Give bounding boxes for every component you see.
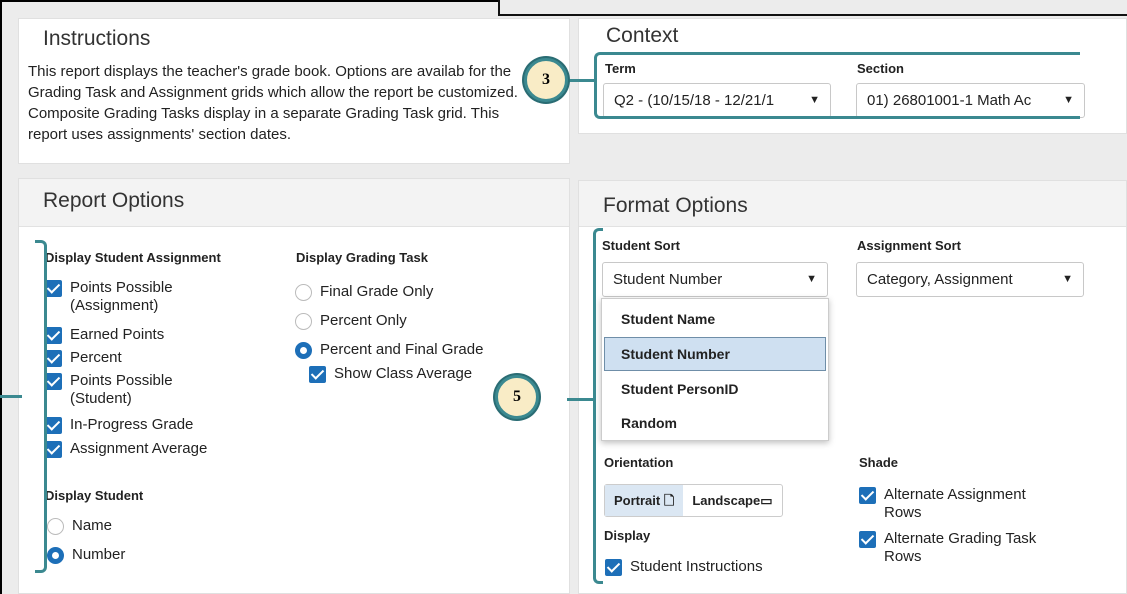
callout-number-3: 3 (524, 58, 568, 102)
checkbox-alternate-assignment-rows[interactable]: Alternate Assignment Rows (859, 486, 1059, 522)
checkbox-label: Student Instructions (630, 558, 763, 575)
callout-number-5: 5 (495, 375, 539, 419)
display-student-assignment-label: Display Student Assignment (45, 250, 221, 265)
assignment-sort-value: Category, Assignment (867, 271, 1013, 288)
orientation-label: Orientation (604, 455, 674, 470)
assignment-sort-select[interactable]: Category, Assignment ▼ (856, 262, 1084, 297)
checkbox-earned-points[interactable]: Earned Points (45, 326, 164, 344)
radio-percent-and-final-grade[interactable]: Percent and Final Grade (295, 341, 483, 359)
student-sort-select[interactable]: Student Number ▼ (602, 262, 828, 297)
assignment-sort-label: Assignment Sort (857, 238, 962, 253)
display-student-label: Display Student (45, 488, 144, 503)
radio-label: Percent and Final Grade (320, 341, 484, 358)
radio-icon (295, 284, 312, 301)
radio-label: Percent Only (320, 312, 407, 329)
checkbox-student-instructions[interactable]: Student Instructions (605, 558, 763, 576)
radio-icon (47, 518, 64, 535)
checkbox-points-possible-student[interactable]: Points Possible (Student) (45, 372, 220, 408)
checkbox-checked-icon (45, 350, 62, 367)
display-label: Display (604, 528, 651, 543)
checkbox-label: Show Class Average (334, 365, 473, 382)
checkbox-checked-icon (45, 280, 62, 297)
checkbox-label: In-Progress Grade (70, 416, 194, 433)
dropdown-option[interactable]: Student PersonID (604, 372, 826, 406)
checkbox-label: Earned Points (70, 326, 165, 343)
radio-selected-icon (47, 547, 64, 564)
top-overlay-box (498, 0, 1127, 16)
student-sort-dropdown: Student Name Student Number Student Pers… (601, 298, 829, 441)
context-title: Context (606, 24, 679, 47)
checkbox-checked-icon (45, 373, 62, 390)
report-options-title: Report Options (43, 189, 185, 212)
shade-label: Shade (859, 455, 899, 470)
checkbox-label: Alternate Assignment Rows (884, 486, 1026, 521)
callout-connector-three (568, 79, 596, 82)
chevron-down-icon: ▼ (806, 273, 817, 285)
chevron-down-icon: ▼ (1062, 273, 1073, 285)
callout-bracket-report-options (35, 240, 47, 573)
dropdown-option[interactable]: Random (604, 406, 826, 440)
radio-number[interactable]: Number (47, 546, 125, 564)
checkbox-label: Assignment Average (70, 440, 208, 457)
radio-selected-icon (295, 342, 312, 359)
radio-label: Final Grade Only (320, 283, 434, 300)
format-options-title: Format Options (603, 194, 748, 217)
student-sort-value: Student Number (613, 271, 723, 288)
instructions-title: Instructions (43, 27, 151, 50)
radio-icon (295, 313, 312, 330)
callout-connector-five (567, 398, 595, 401)
checkbox-percent[interactable]: Percent (45, 349, 122, 367)
dropdown-option[interactable]: Student Name (604, 302, 826, 336)
portrait-page-icon: 🗋 (663, 493, 675, 508)
checkbox-label: Alternate Grading Task Rows (884, 530, 1037, 565)
radio-name[interactable]: Name (47, 517, 112, 535)
landscape-button[interactable]: Landscape▭ (683, 485, 781, 516)
checkbox-points-possible-assignment[interactable]: Points Possible (Assignment) (45, 279, 220, 315)
callout-bracket-format-options (593, 228, 603, 584)
radio-final-grade-only[interactable]: Final Grade Only (295, 283, 433, 301)
checkbox-label: Points Possible (Assignment) (70, 279, 173, 314)
radio-label: Name (72, 517, 113, 534)
checkbox-in-progress-grade[interactable]: In-Progress Grade (45, 416, 193, 434)
landscape-label: Landscape (692, 493, 761, 508)
checkbox-assignment-average[interactable]: Assignment Average (45, 440, 207, 458)
student-sort-label: Student Sort (602, 238, 680, 253)
radio-label: Number (72, 546, 126, 563)
checkbox-label: Percent (70, 349, 122, 366)
landscape-page-icon: ▭ (760, 493, 773, 508)
display-grading-task-label: Display Grading Task (296, 250, 428, 265)
orientation-toggle: Portrait 🗋 Landscape▭ (604, 484, 783, 517)
checkbox-checked-icon (859, 487, 876, 504)
radio-percent-only[interactable]: Percent Only (295, 312, 407, 330)
callout-bracket-context (594, 52, 1080, 119)
checkbox-checked-icon (309, 366, 326, 383)
checkbox-checked-icon (45, 327, 62, 344)
checkbox-label: Points Possible (Student) (70, 372, 173, 407)
dropdown-option-selected[interactable]: Student Number (604, 337, 826, 371)
checkbox-checked-icon (45, 417, 62, 434)
callout-bracket-report-options-left (0, 395, 22, 398)
checkbox-alternate-grading-task-rows[interactable]: Alternate Grading Task Rows (859, 530, 1059, 566)
portrait-button[interactable]: Portrait 🗋 (605, 485, 684, 516)
portrait-label: Portrait (614, 493, 661, 508)
checkbox-show-class-average[interactable]: Show Class Average (309, 365, 472, 383)
checkbox-checked-icon (859, 531, 876, 548)
checkbox-checked-icon (605, 559, 622, 576)
instructions-text: This report displays the teacher's grade… (28, 63, 518, 143)
checkbox-checked-icon (45, 441, 62, 458)
